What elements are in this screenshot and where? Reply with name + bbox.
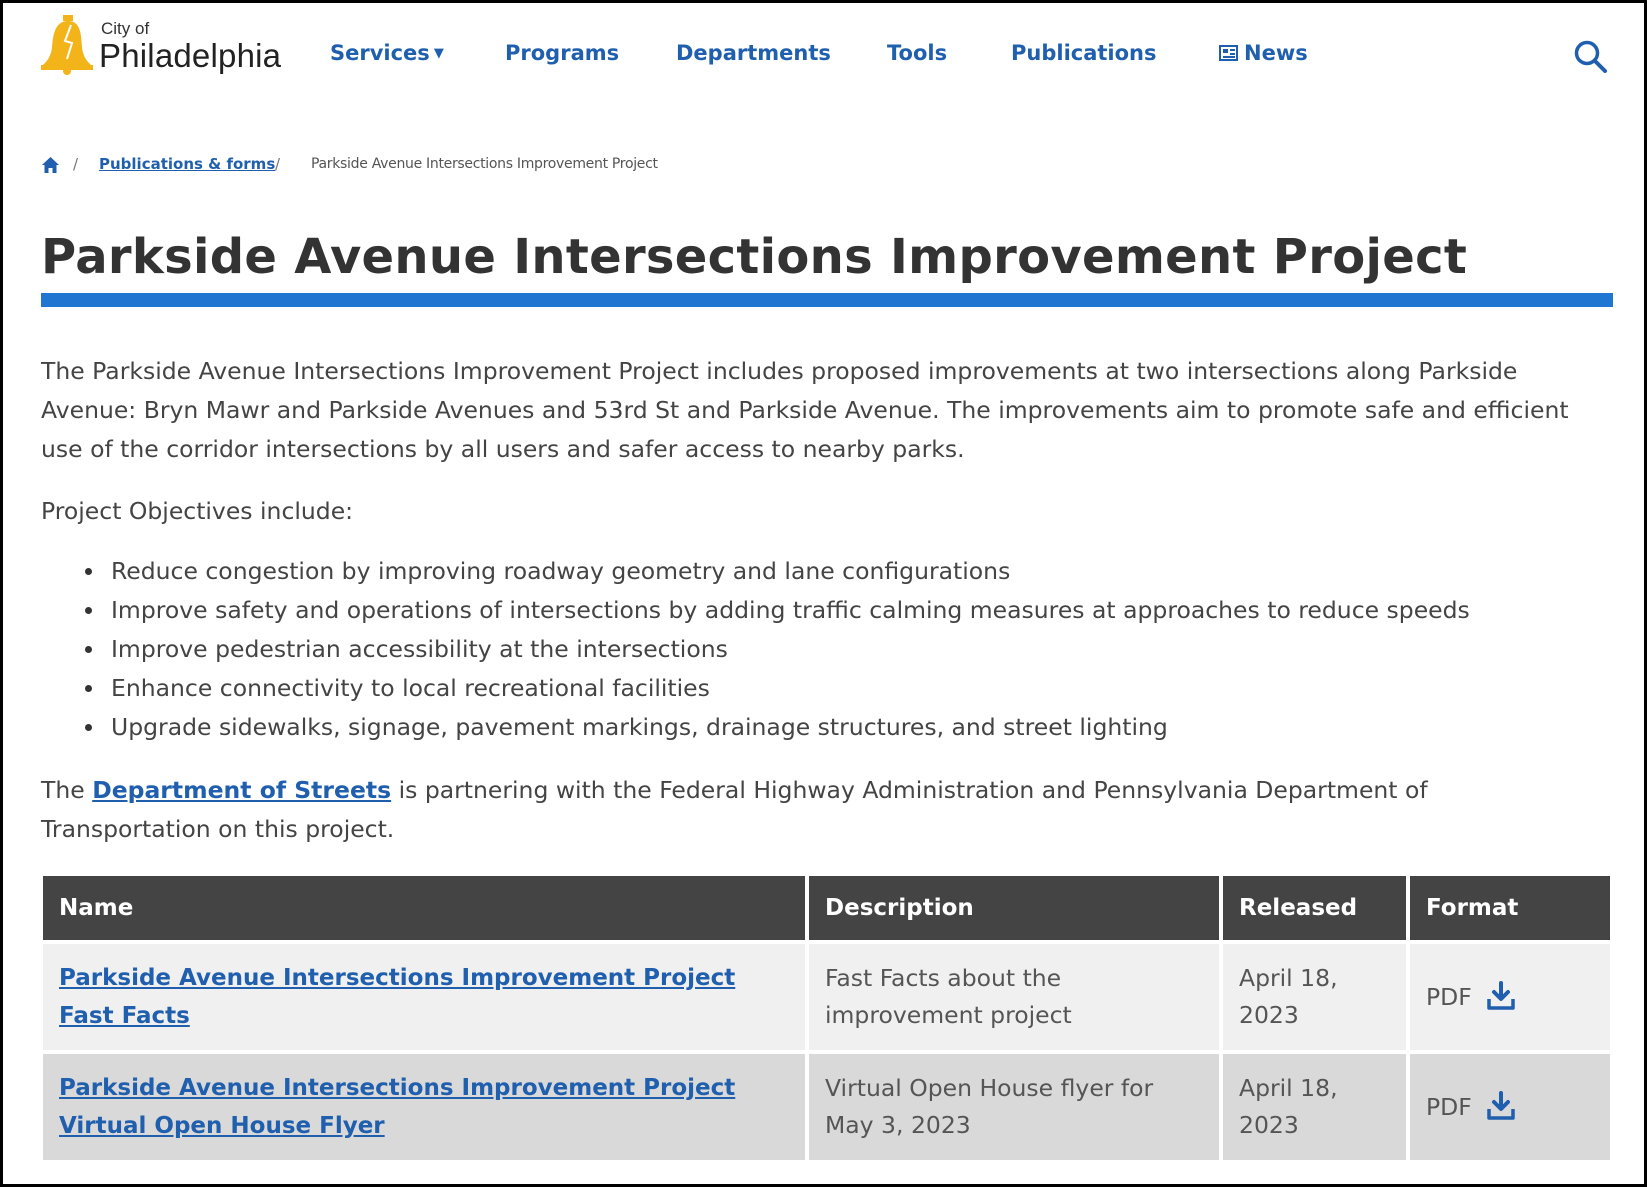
cell-format: PDF [1408,1050,1610,1160]
cell-format: PDF [1408,940,1610,1052]
nav-news[interactable]: News [1219,41,1308,65]
breadcrumb-publications-link[interactable]: Publications & forms [99,155,275,173]
list-item: Improve pedestrian accessibility at the … [41,630,1601,669]
breadcrumb-separator: / [275,155,281,173]
caret-down-icon: ▼ [433,46,444,61]
home-icon[interactable] [41,156,60,174]
cell-released: April 18, 2023 [1221,1050,1410,1160]
cell-description: Fast Facts about the improvement project [807,940,1223,1052]
objectives-list: Reduce congestion by improving roadway g… [41,552,1601,747]
partner-paragraph: The Department of Streets is partnering … [41,771,1601,849]
table-header-row: Name Description Released Format [43,876,1610,942]
download-icon[interactable] [1486,1090,1516,1121]
table-row: Parkside Avenue Intersections Improvemen… [43,1050,1610,1160]
column-header-description[interactable]: Description [807,876,1223,942]
table-row: Parkside Avenue Intersections Improvemen… [43,940,1610,1052]
list-item: Upgrade sidewalks, signage, pavement mar… [41,708,1601,747]
list-item: Enhance connectivity to local recreation… [41,669,1601,708]
nav-programs[interactable]: Programs [505,41,619,65]
cell-released: April 18, 2023 [1221,940,1410,1052]
page-title: Parkside Avenue Intersections Improvemen… [41,229,1468,285]
cell-name: Parkside Avenue Intersections Improvemen… [43,1050,809,1160]
download-icon[interactable] [1486,980,1516,1011]
cell-name: Parkside Avenue Intersections Improvemen… [43,940,809,1052]
search-icon[interactable] [1573,39,1609,75]
breadcrumb-current: Parkside Avenue Intersections Improvemen… [311,156,658,172]
nav-services[interactable]: Services ▼ [330,41,444,65]
title-underline [41,293,1613,307]
nav-departments[interactable]: Departments [676,41,831,65]
nav-tools[interactable]: Tools [887,41,947,65]
list-item: Improve safety and operations of interse… [41,591,1601,630]
nav-services-label: Services [330,41,430,65]
publications-table: Name Description Released Format Parksid… [43,876,1610,1160]
objectives-heading: Project Objectives include: [41,497,354,525]
newspaper-icon [1219,45,1238,61]
column-header-format[interactable]: Format [1408,876,1610,942]
document-link[interactable]: Parkside Avenue Intersections Improvemen… [59,965,735,1029]
intro-paragraph: The Parkside Avenue Intersections Improv… [41,357,1569,463]
column-header-released[interactable]: Released [1221,876,1410,942]
column-header-name[interactable]: Name [43,876,809,942]
page-frame: City of Philadelphia Services ▼ Programs … [0,0,1647,1187]
nav-news-label: News [1244,41,1308,65]
logo-city-of: City of [101,19,150,38]
cell-description: Virtual Open House flyer for May 3, 2023 [807,1050,1223,1160]
format-label: PDF [1426,1092,1472,1121]
list-item: Reduce congestion by improving roadway g… [41,552,1601,591]
partner-text-pre: The [41,776,93,804]
breadcrumb-separator: / [73,155,79,173]
main-nav: Services ▼ Programs Departments Tools Pub… [3,41,1644,71]
format-label: PDF [1426,982,1472,1011]
nav-publications[interactable]: Publications [1011,41,1157,65]
department-of-streets-link[interactable]: Department of Streets [92,776,391,804]
document-link[interactable]: Parkside Avenue Intersections Improvemen… [59,1075,735,1139]
